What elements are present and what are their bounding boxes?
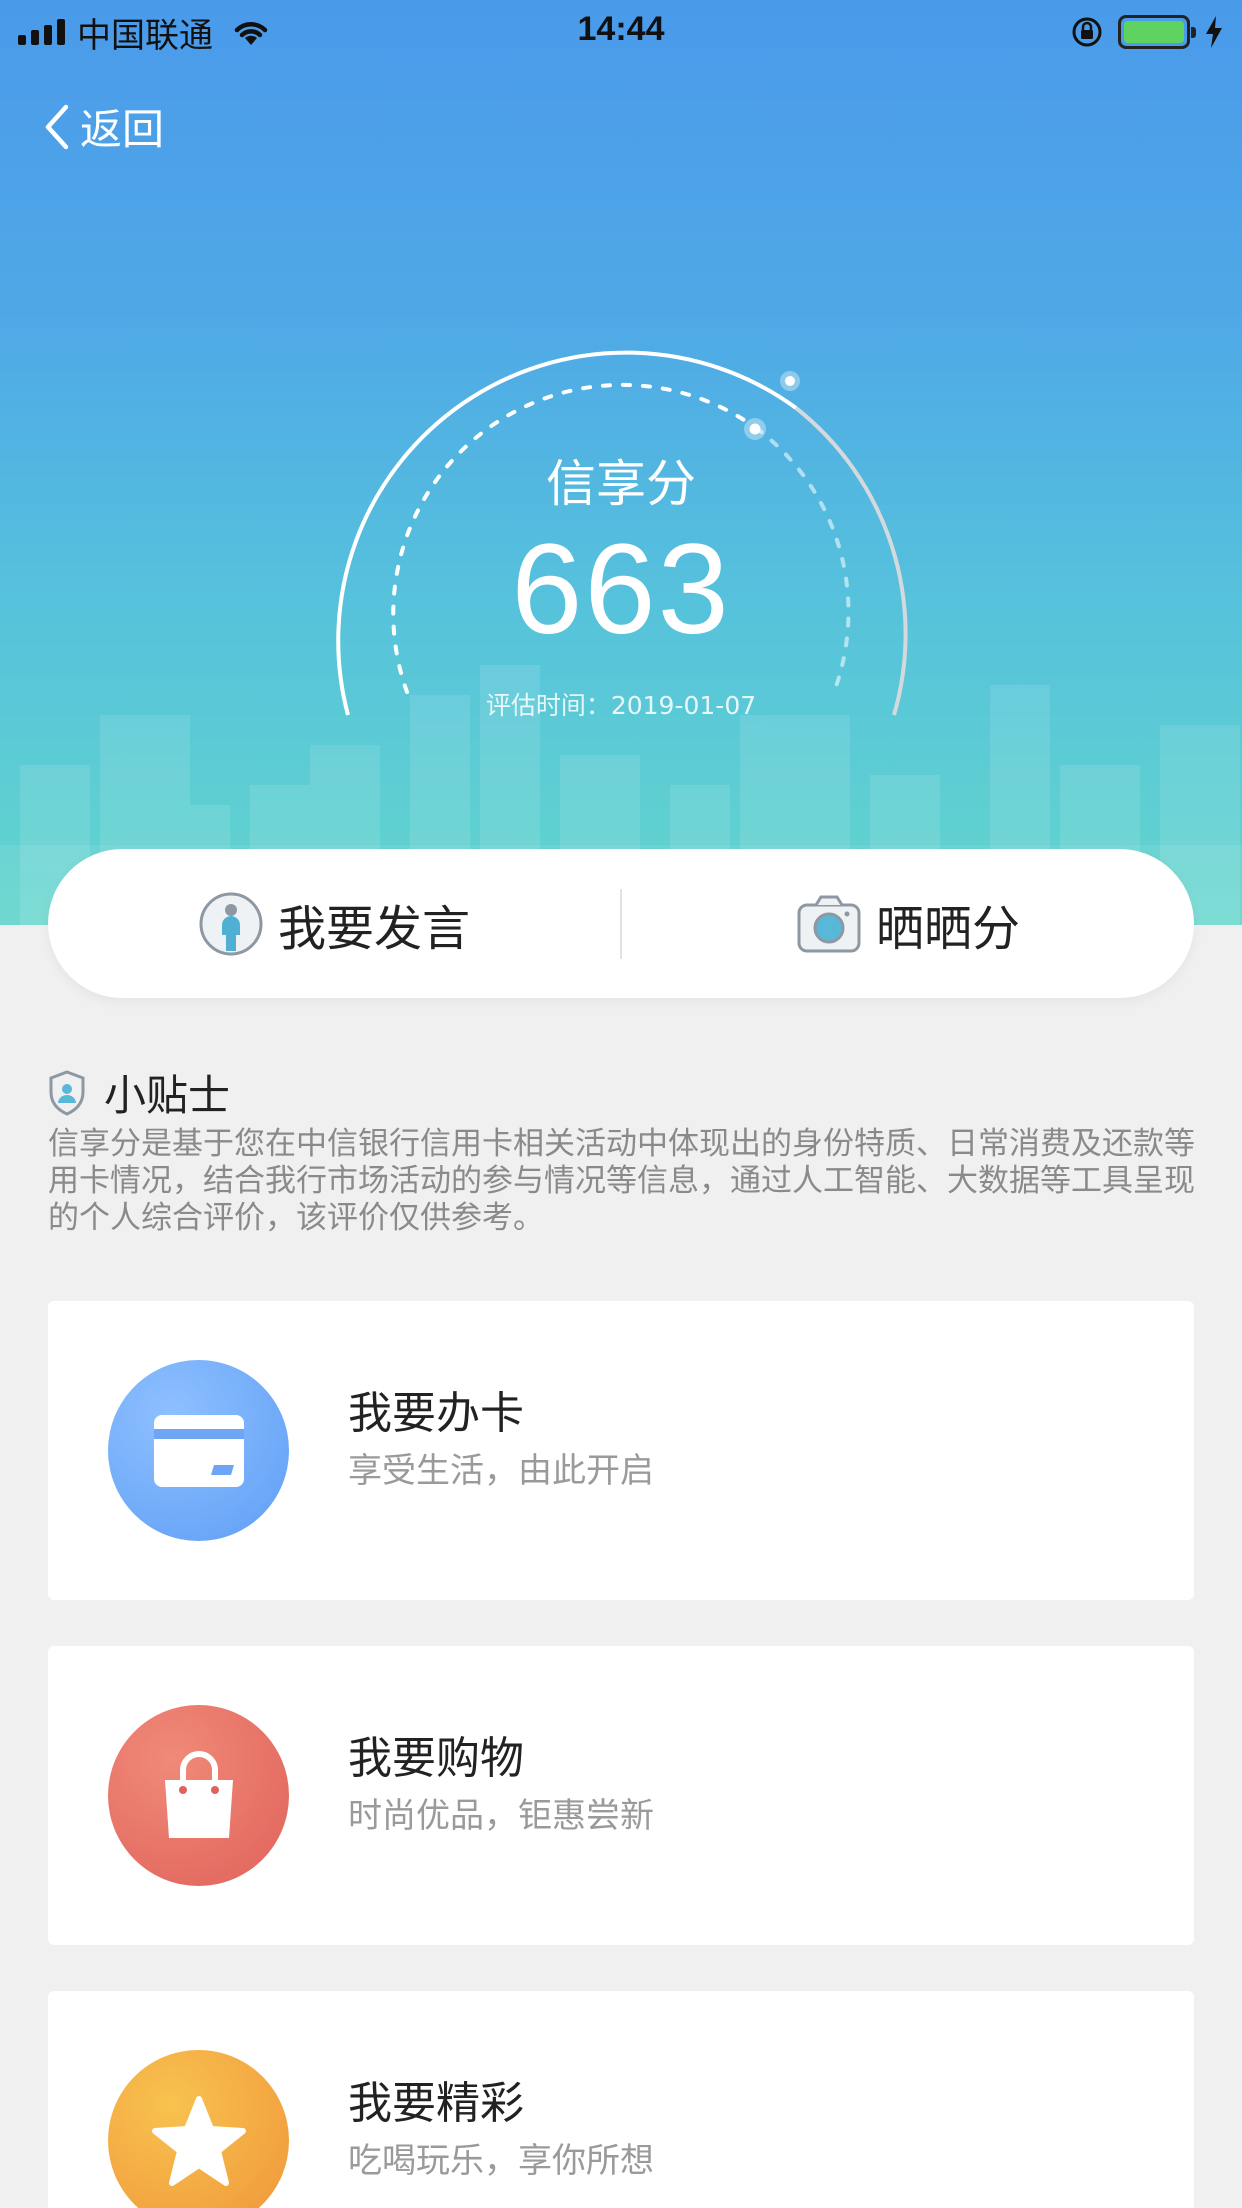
status-bar: 中国联通 14:44 <box>0 0 1242 64</box>
status-time: 14:44 <box>577 10 665 48</box>
speak-label: 我要发言 <box>277 900 470 957</box>
back-label: 返回 <box>80 105 165 154</box>
share-score-button[interactable]: 晒晒分 <box>622 849 1194 998</box>
speak-button[interactable]: 我要发言 <box>48 849 620 998</box>
shopping-bag-icon <box>108 1705 289 1886</box>
microphone-person-icon <box>199 892 263 955</box>
tips-title: 小贴士 <box>104 1071 231 1120</box>
tips-header: 小贴士 <box>48 1062 230 1123</box>
card-entertainment[interactable]: 我要精彩 吃喝玩乐，享你所想 <box>48 1991 1194 2208</box>
card-shopping-title: 我要购物 <box>348 1733 524 1784</box>
star-icon <box>108 2050 289 2208</box>
card-entertainment-subtitle: 吃喝玩乐，享你所想 <box>348 2141 654 2181</box>
battery-icon <box>1118 15 1196 49</box>
score-value: 663 <box>511 518 731 661</box>
card-apply-subtitle: 享受生活，由此开启 <box>348 1451 654 1491</box>
tips-text: 信享分是基于您在中信银行信用卡相关活动中体现出的身份特质、日常消费及还款等用卡情… <box>48 1126 1195 1236</box>
score-hero: 中国联通 14:44 返回 信享分 663 评估时间：2019-01-07 <box>0 0 1242 925</box>
shield-person-icon <box>49 1069 85 1116</box>
card-apply-title: 我要办卡 <box>348 1388 524 1439</box>
card-apply[interactable]: 我要办卡 享受生活，由此开启 <box>48 1301 1194 1600</box>
back-button[interactable]: 返回 <box>44 96 164 157</box>
score-title: 信享分 <box>546 455 696 513</box>
orientation-lock-icon <box>1072 17 1102 47</box>
score-eval-date: 评估时间：2019-01-07 <box>485 691 757 720</box>
camera-icon <box>797 895 861 952</box>
card-entertainment-title: 我要精彩 <box>348 2078 524 2129</box>
card-shopping[interactable]: 我要购物 时尚优品，钜惠尝新 <box>48 1646 1194 1945</box>
share-score-label: 晒晒分 <box>875 900 1020 957</box>
charging-bolt-icon <box>1206 16 1222 48</box>
card-shopping-subtitle: 时尚优品，钜惠尝新 <box>348 1796 654 1836</box>
credit-card-icon <box>108 1360 289 1541</box>
chevron-left-icon <box>45 104 69 149</box>
action-bar: 我要发言 晒晒分 <box>48 849 1194 998</box>
